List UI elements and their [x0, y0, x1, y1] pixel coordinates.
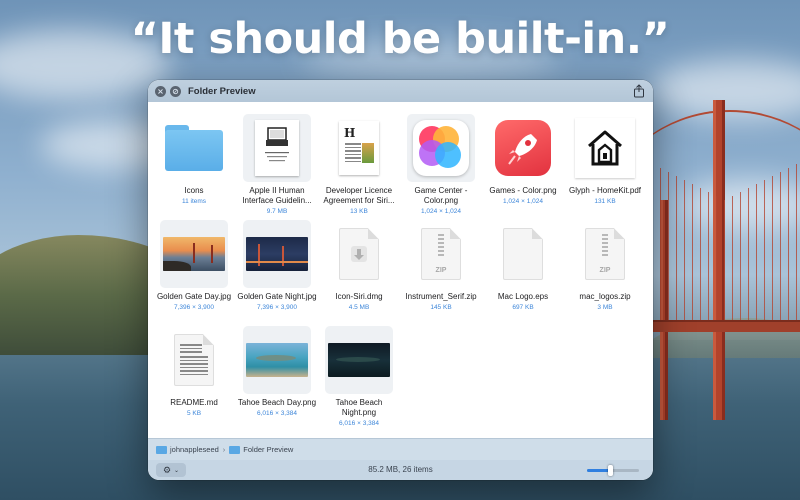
bridge-suspender — [684, 180, 685, 320]
bridge-suspender — [668, 172, 669, 320]
file-meta: 6,016 × 3,384 — [257, 410, 297, 417]
photo-thumbnail — [246, 237, 308, 271]
headline: “It should be built-in.” — [130, 14, 670, 64]
file-name: Instrument_Serif.zip — [405, 292, 477, 301]
bridge-suspender — [748, 188, 749, 320]
bridge-suspender — [708, 192, 709, 320]
minimize-icon[interactable]: ⊘ — [170, 85, 181, 97]
file-name: Tahoe Beach Night.png — [335, 398, 383, 417]
path-item-user[interactable]: johnappleseed — [170, 445, 219, 454]
file-meta: 3 MB — [597, 304, 613, 311]
file-name: Apple II Human Interface Guidelin... — [242, 186, 312, 205]
file-meta: 7,396 × 3,900 — [174, 304, 214, 311]
file-name: mac_logos.zip — [579, 292, 631, 301]
file-name: Developer Licence Agreement for Siri... — [323, 186, 395, 205]
zip-label: ZIP — [435, 267, 447, 274]
status-bar: ⚙ ⌄ 85.2 MB, 26 items — [148, 460, 653, 480]
file-meta: 131 KB — [594, 198, 616, 205]
bridge-suspender — [764, 180, 765, 320]
zoom-slider-fill — [587, 469, 611, 472]
zoom-slider-knob[interactable] — [607, 465, 613, 476]
photo-thumbnail — [328, 343, 390, 377]
file-meta: 5 KB — [186, 410, 202, 417]
bridge-suspender — [796, 164, 797, 320]
file-name: Golden Gate Day.jpg — [156, 292, 232, 301]
file-meta: 9.7 MB — [266, 208, 288, 215]
path-bar: johnappleseed › Folder Preview — [148, 438, 653, 460]
bridge-suspender — [724, 200, 725, 320]
file-name: Game Center - Color.png — [414, 186, 468, 205]
bridge-suspender — [772, 176, 773, 320]
document-thumbnail: H — [339, 121, 379, 175]
text-file-icon — [174, 334, 214, 386]
file-meta: 4.5 MB — [348, 304, 370, 311]
file-name: Glyph - HomeKit.pdf — [568, 186, 642, 195]
rocket-icon — [495, 120, 551, 176]
zip-label: ZIP — [599, 267, 611, 274]
photo-thumbnail — [163, 237, 225, 271]
file-name: Icon-Siri.dmg — [335, 292, 383, 301]
window-title: Folder Preview — [188, 85, 256, 97]
game-center-icon — [413, 120, 469, 176]
file-name: Golden Gate Night.jpg — [237, 292, 317, 301]
file-name: Games - Color.png — [489, 186, 557, 195]
bridge-suspender — [788, 168, 789, 320]
bridge-suspender — [740, 192, 741, 320]
photo-thumbnail — [246, 343, 308, 377]
file-name: README.md — [170, 398, 218, 407]
file-meta: 1,024 × 1,024 — [421, 208, 461, 215]
file-name: Icons — [184, 186, 204, 195]
disk-image-icon — [339, 228, 379, 280]
share-icon[interactable] — [633, 84, 645, 98]
file-meta: 7,396 × 3,900 — [257, 304, 297, 311]
bridge-suspender — [700, 188, 701, 320]
bridge-suspender — [660, 168, 661, 320]
bridge-suspender — [692, 184, 693, 320]
file-grid: Icons 11 items Apple II Human Interface … — [148, 102, 653, 438]
titlebar: × ⊘ Folder Preview — [148, 80, 653, 102]
bridge-suspender — [756, 184, 757, 320]
bridge-suspender — [732, 196, 733, 320]
status-summary: 85.2 MB, 26 items — [368, 465, 433, 474]
generic-file-icon — [503, 228, 543, 280]
bridge-suspender — [676, 176, 677, 320]
zip-archive-icon: ZIP — [421, 228, 461, 280]
file-meta: 13 KB — [350, 208, 368, 215]
path-item-folder[interactable]: Folder Preview — [243, 445, 293, 454]
file-meta: 1,024 × 1,024 — [503, 198, 543, 205]
chevron-right-icon: › — [222, 445, 226, 454]
file-meta: 11 items — [181, 198, 207, 205]
file-meta: 145 KB — [430, 304, 452, 311]
bridge-suspender — [716, 196, 717, 320]
folder-icon — [156, 445, 167, 454]
file-meta: 6,016 × 3,384 — [339, 420, 379, 427]
zoom-slider[interactable] — [587, 465, 639, 476]
home-icon — [575, 118, 635, 178]
bridge-suspender — [780, 172, 781, 320]
file-meta: 697 KB — [512, 304, 534, 311]
file-name: Mac Logo.eps — [497, 292, 549, 301]
close-icon[interactable]: × — [155, 85, 166, 97]
document-thumbnail — [255, 120, 299, 176]
folder-icon — [165, 125, 223, 171]
folder-icon — [229, 445, 241, 454]
folder-preview-window: × ⊘ Folder Preview Icons 11 items Apple … — [148, 80, 653, 480]
zip-archive-icon: ZIP — [585, 228, 625, 280]
file-name: Tahoe Beach Day.png — [237, 398, 317, 407]
